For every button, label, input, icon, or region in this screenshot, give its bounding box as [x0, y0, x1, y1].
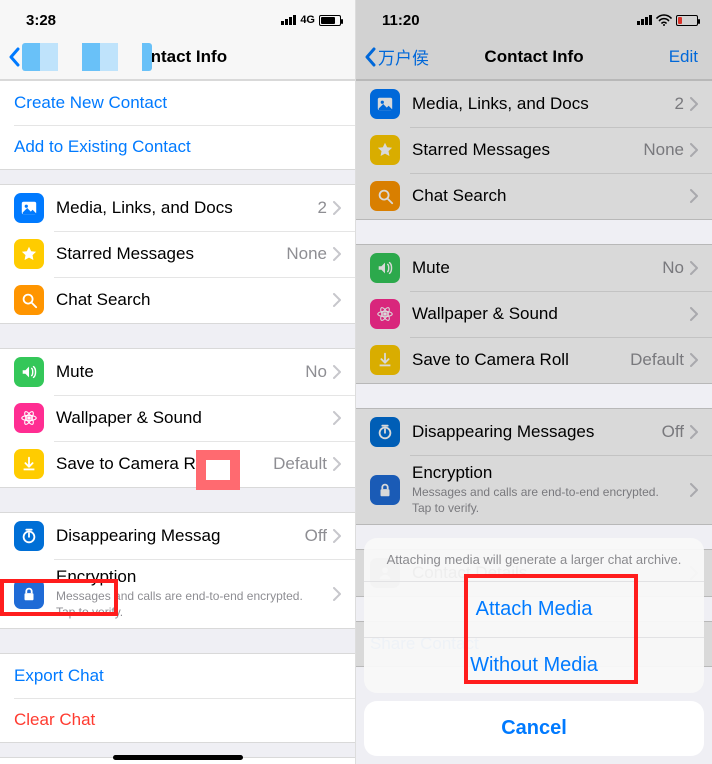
save-camera-roll[interactable]: Save to Camera Roll Default [356, 337, 712, 383]
status-time: 3:28 [26, 12, 56, 29]
chevron-icon [690, 261, 698, 275]
timer-icon [14, 521, 44, 551]
chevron-icon [333, 247, 341, 261]
save-camera-roll[interactable]: Save to Camera Roll Default [0, 441, 355, 487]
chevron-icon [333, 587, 341, 601]
mute[interactable]: Mute No [0, 349, 355, 395]
status-bar: 3:28 4G [0, 0, 355, 34]
timer-icon [370, 417, 400, 447]
chevron-icon [690, 353, 698, 367]
chevron-icon [333, 201, 341, 215]
star-icon [370, 135, 400, 165]
status-bar: 11:20 [356, 0, 712, 34]
media-links-docs[interactable]: Media, Links, and Docs 2 [356, 81, 712, 127]
chevron-icon [333, 293, 341, 307]
back-button[interactable] [8, 34, 152, 79]
status-time: 11:20 [382, 12, 420, 29]
home-indicator [113, 755, 243, 760]
chevron-icon [333, 529, 341, 543]
atom-icon [14, 403, 44, 433]
chevron-icon [333, 457, 341, 471]
chevron-icon [333, 365, 341, 379]
chevron-icon [690, 143, 698, 157]
battery-icon [676, 15, 698, 26]
action-sheet: Attaching media will generate a larger c… [356, 530, 712, 764]
disappearing-messages[interactable]: Disappearing Messages Off [356, 409, 712, 455]
sheet-note: Attaching media will generate a larger c… [364, 538, 704, 581]
network-label: 4G [300, 14, 315, 26]
star-icon [14, 239, 44, 269]
disappearing-messages[interactable]: Disappearing Messag Off [0, 513, 355, 559]
clear-chat[interactable]: Clear Chat [0, 698, 355, 742]
nav-bar: Contact Info [0, 34, 355, 80]
photo-icon [370, 89, 400, 119]
chevron-icon [690, 483, 698, 497]
battery-icon [319, 15, 341, 26]
add-existing-contact[interactable]: Add to Existing Contact [0, 125, 355, 169]
create-new-contact[interactable]: Create New Contact [0, 81, 355, 125]
lock-icon [370, 475, 400, 505]
chevron-icon [690, 189, 698, 203]
atom-icon [370, 299, 400, 329]
download-icon [370, 345, 400, 375]
back-label: 万户侯 [378, 44, 429, 69]
chevron-icon [690, 425, 698, 439]
nav-bar: 万户侯 Contact Info Edit [356, 34, 712, 80]
wifi-icon [656, 14, 672, 26]
chevron-icon [690, 97, 698, 111]
nav-title: Contact Info [484, 47, 583, 67]
starred-messages[interactable]: Starred Messages None [356, 127, 712, 173]
speaker-icon [370, 253, 400, 283]
encryption[interactable]: Encryption Messages and calls are end-to… [0, 559, 355, 628]
photo-icon [14, 193, 44, 223]
chat-search[interactable]: Chat Search [0, 277, 355, 323]
back-button[interactable]: 万户侯 [364, 34, 429, 79]
cancel-button[interactable]: Cancel [364, 701, 704, 756]
chevron-icon [333, 411, 341, 425]
chevron-icon [690, 307, 698, 321]
wallpaper-sound[interactable]: Wallpaper & Sound [0, 395, 355, 441]
starred-messages[interactable]: Starred Messages None [0, 231, 355, 277]
mute[interactable]: Mute No [356, 245, 712, 291]
media-links-docs[interactable]: Media, Links, and Docs 2 [0, 185, 355, 231]
download-icon [14, 449, 44, 479]
lock-icon [14, 579, 44, 609]
encryption[interactable]: Encryption Messages and calls are end-to… [356, 455, 712, 524]
speaker-icon [14, 357, 44, 387]
chevron-back-icon [364, 47, 376, 67]
without-media-button[interactable]: Without Media [364, 637, 704, 693]
search-icon [370, 181, 400, 211]
signal-icon [637, 15, 652, 25]
signal-icon [281, 15, 296, 25]
edit-button[interactable]: Edit [669, 34, 698, 79]
annotation-redblock [196, 450, 240, 490]
export-chat[interactable]: Export Chat [0, 654, 355, 698]
wallpaper-sound[interactable]: Wallpaper & Sound [356, 291, 712, 337]
attach-media-button[interactable]: Attach Media [364, 581, 704, 637]
redacted-name [22, 43, 152, 71]
chevron-back-icon [8, 47, 20, 67]
search-icon [14, 285, 44, 315]
chat-search[interactable]: Chat Search [356, 173, 712, 219]
